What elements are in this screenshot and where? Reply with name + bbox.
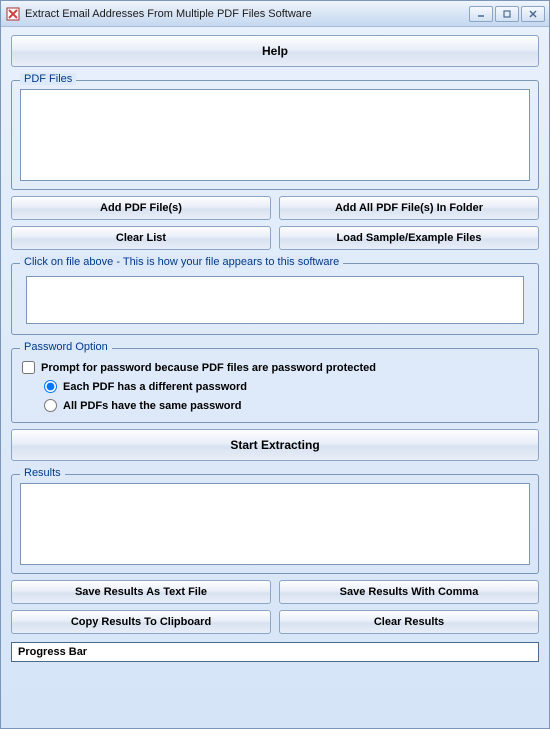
results-buttons-row2: Copy Results To Clipboard Clear Results <box>11 610 539 634</box>
results-group: Results <box>11 474 539 574</box>
clear-list-button[interactable]: Clear List <box>11 226 271 250</box>
clear-results-button[interactable]: Clear Results <box>279 610 539 634</box>
preview-group: Click on file above - This is how your f… <box>11 263 539 335</box>
results-buttons-row1: Save Results As Text File Save Results W… <box>11 580 539 604</box>
password-legend: Password Option <box>20 341 112 353</box>
start-extracting-button[interactable]: Start Extracting <box>11 429 539 461</box>
each-password-row: Each PDF has a different password <box>44 380 528 393</box>
close-button[interactable] <box>521 6 545 22</box>
file-buttons-row2: Clear List Load Sample/Example Files <box>11 226 539 250</box>
each-password-label[interactable]: Each PDF has a different password <box>63 381 247 393</box>
copy-clipboard-button[interactable]: Copy Results To Clipboard <box>11 610 271 634</box>
add-pdf-button[interactable]: Add PDF File(s) <box>11 196 271 220</box>
results-legend: Results <box>20 467 65 479</box>
same-password-radio[interactable] <box>44 399 57 412</box>
app-window: Extract Email Addresses From Multiple PD… <box>0 0 550 729</box>
progress-bar: Progress Bar <box>11 642 539 662</box>
pdf-files-legend: PDF Files <box>20 73 76 85</box>
results-list[interactable] <box>20 483 530 565</box>
file-buttons-row1: Add PDF File(s) Add All PDF File(s) In F… <box>11 196 539 220</box>
save-text-button[interactable]: Save Results As Text File <box>11 580 271 604</box>
window-title: Extract Email Addresses From Multiple PD… <box>25 8 469 20</box>
password-group: Password Option Prompt for password beca… <box>11 348 539 423</box>
pdf-files-list[interactable] <box>20 89 530 181</box>
preview-legend: Click on file above - This is how your f… <box>20 256 343 268</box>
prompt-password-label[interactable]: Prompt for password because PDF files ar… <box>41 362 376 374</box>
minimize-button[interactable] <box>469 6 493 22</box>
each-password-radio[interactable] <box>44 380 57 393</box>
prompt-password-row: Prompt for password because PDF files ar… <box>22 361 528 374</box>
save-comma-button[interactable]: Save Results With Comma <box>279 580 539 604</box>
content-area: Help PDF Files Add PDF File(s) Add All P… <box>1 27 549 728</box>
add-folder-button[interactable]: Add All PDF File(s) In Folder <box>279 196 539 220</box>
prompt-password-checkbox[interactable] <box>22 361 35 374</box>
window-controls <box>469 6 545 22</box>
same-password-row: All PDFs have the same password <box>44 399 528 412</box>
app-icon <box>5 6 21 22</box>
pdf-files-group: PDF Files <box>11 80 539 190</box>
titlebar: Extract Email Addresses From Multiple PD… <box>1 1 549 27</box>
same-password-label[interactable]: All PDFs have the same password <box>63 400 242 412</box>
preview-box[interactable] <box>26 276 524 324</box>
load-sample-button[interactable]: Load Sample/Example Files <box>279 226 539 250</box>
maximize-button[interactable] <box>495 6 519 22</box>
progress-label: Progress Bar <box>18 646 87 658</box>
help-button[interactable]: Help <box>11 35 539 67</box>
